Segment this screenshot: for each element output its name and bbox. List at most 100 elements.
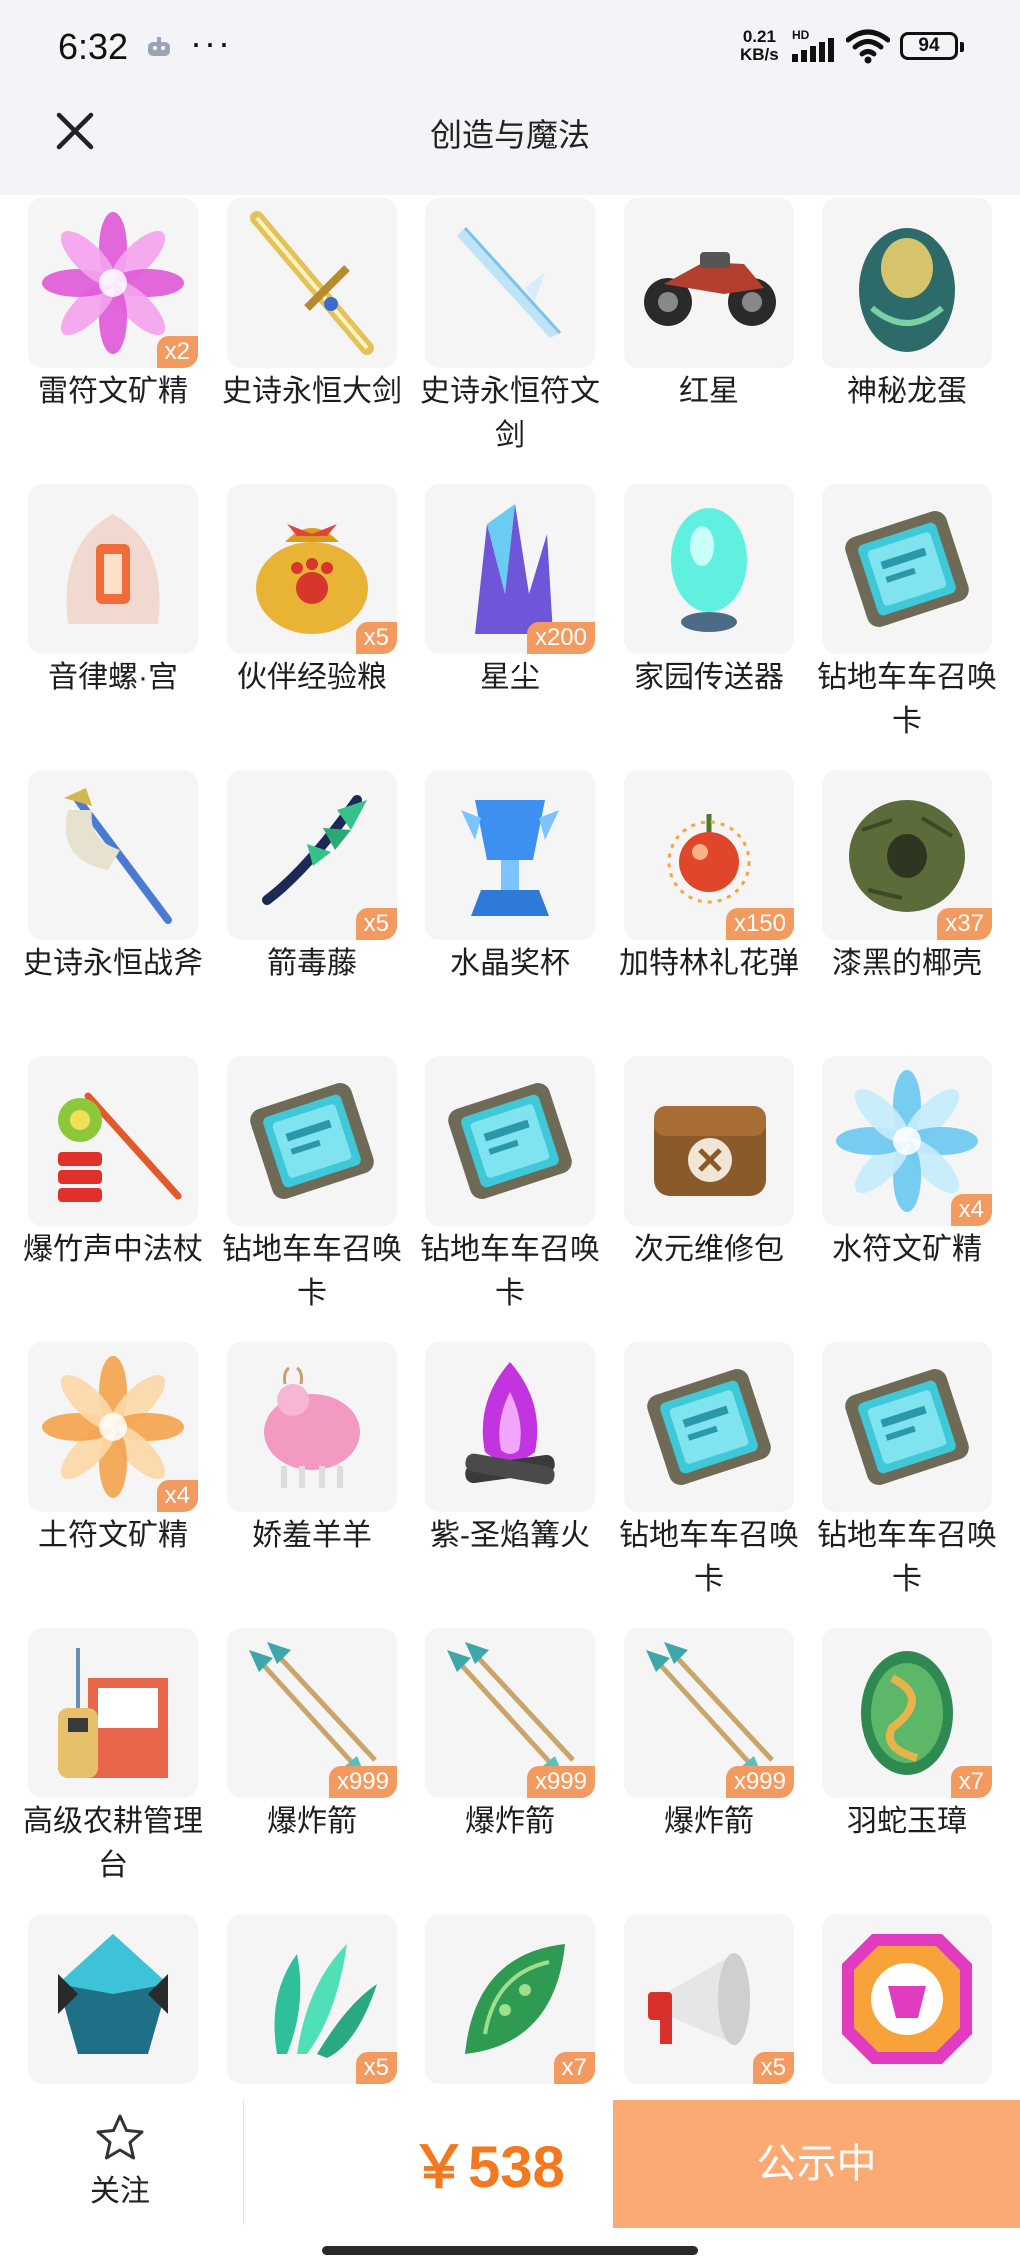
follow-button[interactable]: 关注 — [60, 2112, 180, 2222]
quantity-badge: x2 — [156, 336, 198, 368]
bottom-bar: 关注 ￥538 公示中 — [0, 2100, 1020, 2267]
item-thumbnail: x5 — [227, 770, 397, 940]
quantity-badge: x999 — [725, 1766, 794, 1798]
item-thumbnail — [28, 1056, 198, 1226]
teal-gem-icon — [58, 1934, 168, 2054]
quantity-badge: x200 — [526, 622, 595, 654]
motorcycle-icon — [644, 252, 776, 326]
item-thumbnail: x5 — [624, 1914, 794, 2084]
item-name: 伙伴经验粮 — [237, 661, 387, 694]
battery-indicator: 94 — [900, 32, 964, 60]
item-name: 家园传送器 — [634, 661, 784, 694]
ice-rune-sword-icon — [457, 226, 562, 338]
summon-card-icon — [845, 1369, 969, 1485]
item-thumbnail — [28, 484, 198, 654]
item-thumbnail: x2 — [28, 198, 198, 368]
item-thumbnail — [425, 1056, 595, 1226]
item-name: 钻地车车召唤卡 — [222, 1233, 402, 1310]
item-thumbnail — [227, 198, 397, 368]
item-name: 钻地车车召唤卡 — [420, 1233, 600, 1310]
firecracker-staff-icon — [58, 1092, 182, 1202]
item-name: 爆炸箭 — [267, 1805, 357, 1838]
purple-bonfire-icon — [465, 1362, 555, 1485]
item-name: 加特林礼花弹 — [619, 947, 799, 980]
item-thumbnail — [624, 198, 794, 368]
item-thumbnail — [425, 770, 595, 940]
item-thumbnail: x7 — [822, 1628, 992, 1798]
quantity-badge: x5 — [752, 2052, 794, 2084]
item-thumbnail: x4 — [28, 1342, 198, 1512]
farm-console-icon — [58, 1648, 168, 1778]
pink-sheep-icon — [264, 1366, 360, 1488]
dragon-egg-icon — [859, 228, 955, 352]
item-name: 水晶奖杯 — [450, 947, 570, 980]
quantity-badge: x7 — [950, 1766, 992, 1798]
item-thumbnail: x999 — [425, 1628, 595, 1798]
item-thumbnail — [822, 1342, 992, 1512]
item-thumbnail: x999 — [624, 1628, 794, 1798]
item-thumbnail: x5 — [227, 484, 397, 654]
item-thumbnail: x200 — [425, 484, 595, 654]
item-name: 爆炸箭 — [664, 1805, 754, 1838]
repair-bag-icon — [654, 1106, 766, 1196]
item-thumbnail: x999 — [227, 1628, 397, 1798]
item-grid: x2 雷符文矿精 史诗永恒大剑 史诗永恒符文剑 红星 神秘龙蛋 音律螺·宫 x5 伙伴经验粮 x2… — [0, 195, 1020, 2100]
app-notification-icon — [148, 37, 170, 56]
clock: 6:32 — [58, 26, 129, 67]
item-thumbnail: x150 — [624, 770, 794, 940]
summon-card-icon — [845, 511, 969, 627]
wifi-icon — [846, 29, 890, 64]
item-name: 次元维修包 — [634, 1233, 784, 1266]
home-indicator — [322, 2246, 698, 2255]
item-name: 史诗永恒大剑 — [222, 375, 402, 408]
item-thumbnail — [822, 198, 992, 368]
signal-icon — [792, 38, 834, 62]
item-name: 红星 — [679, 375, 739, 408]
page-title: 创造与魔法 — [429, 117, 590, 153]
quantity-badge: x7 — [553, 2052, 595, 2084]
item-name: 神秘龙蛋 — [847, 375, 967, 408]
divider — [243, 2100, 244, 2225]
price: ￥538 — [410, 2135, 565, 2200]
quantity-badge: x4 — [950, 1194, 992, 1226]
follow-label: 关注 — [90, 2175, 150, 2208]
item-thumbnail — [624, 1342, 794, 1512]
item-name: 水符文矿精 — [832, 1233, 982, 1266]
rainbow-emblem-icon — [842, 1934, 972, 2064]
item-name: 钻地车车召唤卡 — [817, 661, 997, 738]
quantity-badge: x5 — [355, 908, 397, 940]
publicity-status-button[interactable]: 公示中 — [613, 2100, 1020, 2228]
item-name: 高级农耕管理台 — [23, 1805, 203, 1882]
item-thumbnail: x37 — [822, 770, 992, 940]
item-thumbnail — [28, 1914, 198, 2084]
item-name: 钻地车车召唤卡 — [619, 1519, 799, 1596]
summon-card-icon — [647, 1369, 771, 1485]
item-name: 音律螺·宫 — [48, 661, 178, 694]
item-name: 羽蛇玉璋 — [847, 1805, 967, 1838]
header: 创造与魔法 — [0, 90, 1020, 195]
star-icon — [96, 2114, 144, 2160]
item-thumbnail — [425, 1342, 595, 1512]
quantity-badge: x999 — [328, 1766, 397, 1798]
item-thumbnail — [28, 770, 198, 940]
item-thumbnail — [425, 198, 595, 368]
more-notifications-icon: ··· — [190, 22, 232, 63]
item-name: 娇羞羊羊 — [252, 1519, 372, 1552]
quantity-badge: x37 — [937, 908, 992, 940]
battle-axe-icon — [64, 788, 172, 924]
item-name: 钻地车车召唤卡 — [817, 1519, 997, 1596]
item-name: 箭毒藤 — [267, 947, 357, 980]
item-name: 史诗永恒符文剑 — [420, 375, 600, 452]
item-thumbnail: x4 — [822, 1056, 992, 1226]
item-thumbnail — [227, 1056, 397, 1226]
status-bar: 6:32 ··· 0.21 KB/s HD 94 — [0, 0, 1020, 90]
item-name: 爆竹声中法杖 — [23, 1233, 203, 1266]
quantity-badge: x150 — [725, 908, 794, 940]
crystal-trophy-icon — [461, 800, 559, 916]
item-thumbnail — [28, 1628, 198, 1798]
network-speed: 0.21 KB/s — [740, 27, 779, 64]
conch-shell-icon — [66, 514, 160, 624]
item-thumbnail — [227, 1342, 397, 1512]
item-name: 史诗永恒战斧 — [23, 947, 203, 980]
item-thumbnail: x5 — [227, 1914, 397, 2084]
